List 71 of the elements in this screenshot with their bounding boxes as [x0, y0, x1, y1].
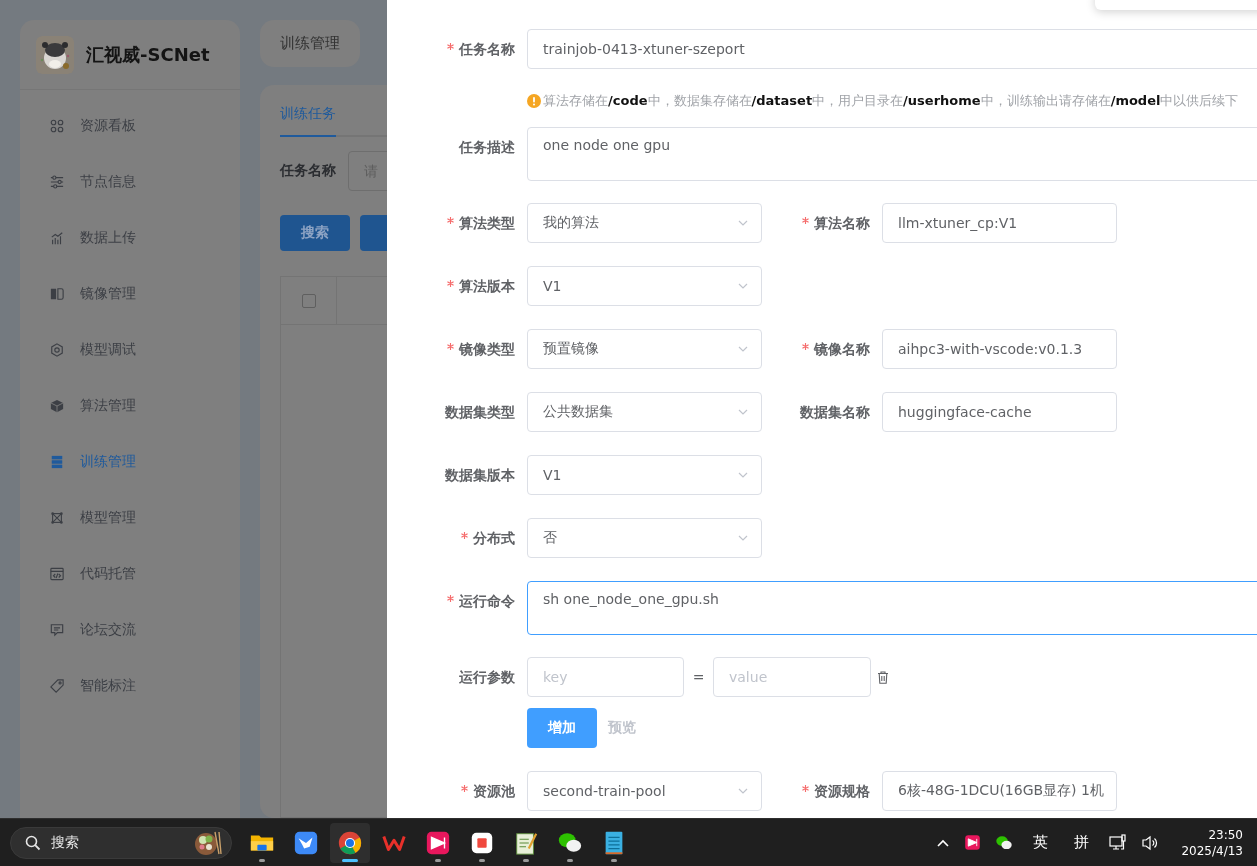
running-indicator: [479, 858, 485, 862]
select-field[interactable]: 否: [527, 518, 762, 558]
chat-icon[interactable]: [995, 833, 1014, 852]
hint-text: 算法存储在/code中，数据集存储在/dataset中，用户目录在/userhome中，训练输出请存储在/model中以供后续下: [543, 92, 1239, 110]
input-field[interactable]: trainjob-0413-xtuner-szeport: [527, 29, 1257, 69]
equals-sign: =: [691, 668, 706, 687]
grid-icon: [50, 119, 64, 133]
input-language[interactable]: 英: [1033, 833, 1049, 852]
select-field[interactable]: V1: [527, 455, 762, 495]
field-label: 运行命令: [459, 593, 515, 609]
code-icon: [50, 567, 64, 581]
field-label: 任务描述: [459, 139, 515, 155]
app-icon[interactable]: [964, 834, 982, 851]
taskbar-app[interactable]: [330, 822, 370, 863]
running-indicator: [435, 858, 441, 862]
running-indicator: [342, 858, 358, 862]
hexagon-icon: [50, 343, 64, 357]
field-label: 资源规格: [814, 783, 870, 799]
input-mode[interactable]: 拼: [1074, 833, 1090, 852]
bowl-icon: [193, 829, 223, 856]
bird-icon: [293, 829, 319, 856]
search-field[interactable]: 搜索: [10, 826, 232, 859]
app-icon: [425, 829, 451, 856]
select-field[interactable]: second-train-pool: [527, 771, 762, 811]
sliders-icon: [50, 175, 64, 189]
input-field[interactable]: aihpc3-with-vscode:v0.1.3: [882, 329, 1117, 369]
select-field[interactable]: 预置镜像: [527, 329, 762, 369]
volume-icon[interactable]: [1141, 833, 1160, 852]
select-field[interactable]: V1: [527, 266, 762, 306]
running-indicator: [567, 858, 573, 862]
field-label: 算法名称: [814, 215, 870, 231]
field-label: 任务名称: [459, 41, 515, 57]
breadcrumb[interactable]: 训练管理: [260, 20, 360, 67]
field-label: 数据集版本: [445, 467, 515, 483]
book-icon: [50, 287, 64, 301]
warning-icon: [527, 94, 541, 108]
running-indicator: [611, 858, 617, 862]
field-label: 算法类型: [459, 215, 515, 231]
select-field[interactable]: 我的算法: [527, 203, 762, 243]
field-label: 数据集名称: [800, 404, 870, 420]
cube-icon: [50, 399, 64, 413]
browser-icon: [337, 829, 363, 856]
clock-time[interactable]: 23:50: [1208, 826, 1243, 843]
clock-date[interactable]: 2025/4/13: [1181, 842, 1243, 859]
text-area[interactable]: one node one gpu: [527, 127, 1257, 181]
select-field[interactable]: 公共数据集: [527, 392, 762, 432]
chart-icon: [50, 231, 64, 245]
app-title: 汇视威-SCNet: [86, 42, 210, 67]
tag-icon: [50, 679, 64, 693]
field-label: 镜像名称: [814, 341, 870, 357]
field-label: 数据集类型: [445, 404, 515, 420]
running-indicator: [523, 858, 529, 862]
chat-icon: [50, 623, 64, 637]
input-field[interactable]: huggingface-cache: [882, 392, 1117, 432]
field-label: 运行参数: [459, 669, 515, 685]
trash-icon[interactable]: [877, 671, 889, 684]
network-icon: [50, 511, 64, 525]
chevron-up-icon[interactable]: [936, 837, 951, 848]
checkbox[interactable]: [301, 293, 316, 308]
filter-label: 任务名称: [280, 162, 336, 180]
input-field[interactable]: llm-xtuner_cp:V1: [882, 203, 1117, 243]
field-label: 镜像类型: [459, 341, 515, 357]
server-icon: [50, 455, 64, 469]
select-field[interactable]: 6核-48G-1DCU(16GB显存) 1机: [882, 771, 1117, 811]
field-label: 分布式: [473, 530, 515, 546]
running-indicator: [259, 858, 265, 862]
field-label: 算法版本: [459, 278, 515, 294]
text-area[interactable]: sh one_node_one_gpu.sh: [527, 581, 1257, 635]
monitor-icon[interactable]: [1109, 833, 1128, 852]
field-label: 资源池: [473, 783, 515, 799]
search-icon: [25, 834, 41, 851]
